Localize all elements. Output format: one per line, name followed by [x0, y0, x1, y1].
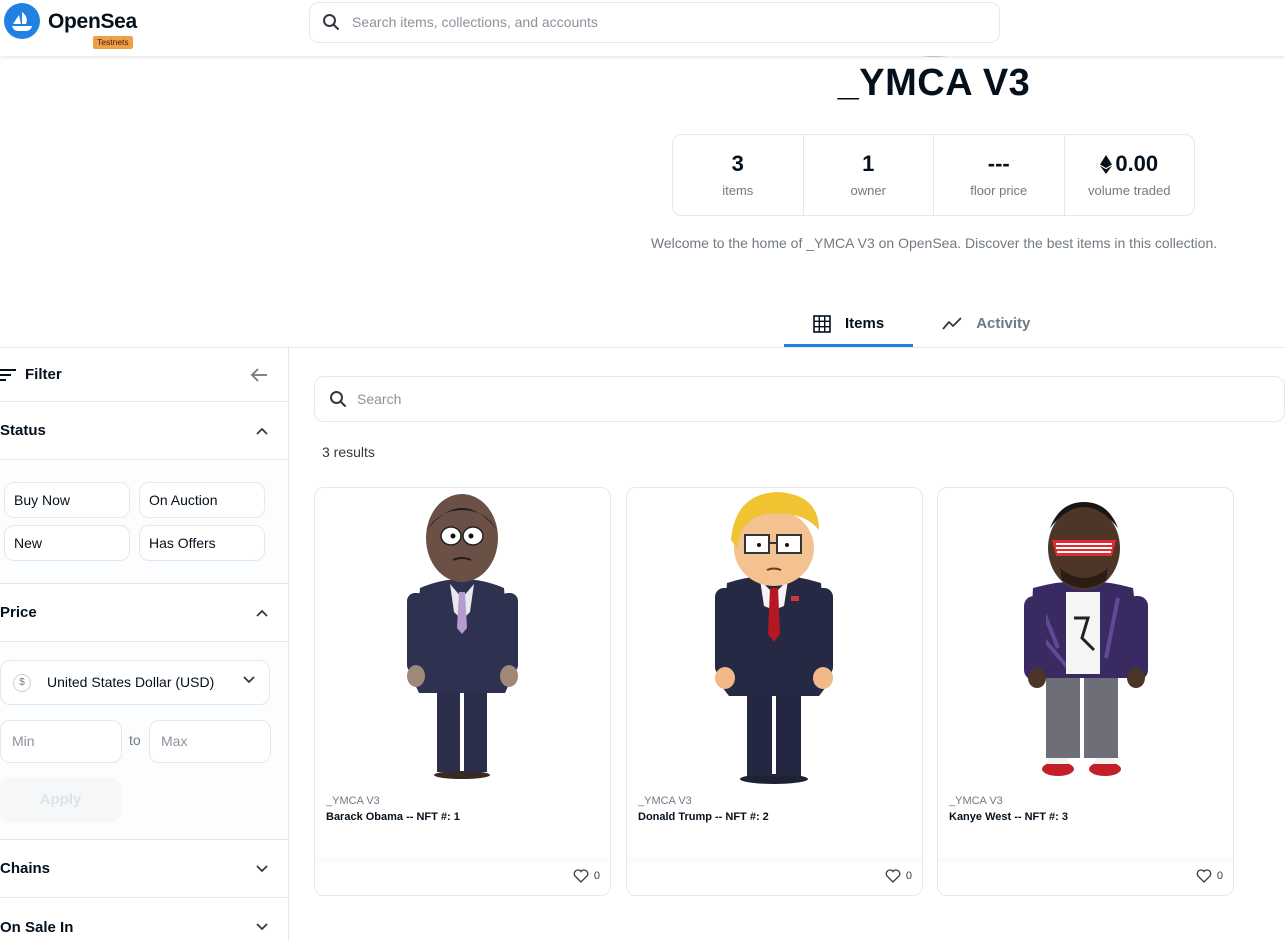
like-count: 0 [905, 870, 912, 882]
nft-card-barack-obama[interactable]: _YMCA V3 Barack Obama -- NFT #: 1 0 [314, 487, 611, 896]
testnets-badge: Testnets [93, 36, 133, 49]
search-icon [329, 390, 347, 413]
top-navigation-bar: OpenSea Testnets Search items, collectio… [0, 0, 1285, 56]
apply-price-button[interactable]: Apply [0, 778, 121, 822]
status-section-header[interactable]: Status [0, 402, 288, 460]
filter-label: Filter [25, 366, 62, 383]
stat-label: owner [850, 183, 886, 198]
price-section-header[interactable]: Price [0, 584, 288, 642]
stat-value: 1 [862, 151, 875, 176]
global-search-input[interactable]: Search items, collections, and accounts [309, 2, 1000, 43]
brand-name[interactable]: OpenSea [48, 10, 137, 34]
filter-icon [0, 368, 16, 381]
chevron-down-icon [243, 676, 255, 684]
stat-floor-price[interactable]: --- floor price [934, 135, 1065, 215]
price-max-input[interactable]: Max [149, 720, 271, 763]
nft-card-kanye-west[interactable]: _YMCA V3 Kanye West -- NFT #: 3 0 [937, 487, 1234, 896]
chevron-down-icon [256, 864, 268, 872]
nft-like-button[interactable]: 0 [573, 869, 600, 883]
items-search-input[interactable]: Search [314, 376, 1285, 422]
chains-label: Chains [0, 860, 51, 877]
tab-activity[interactable]: Activity [913, 300, 1059, 347]
nft-card-donald-trump[interactable]: _YMCA V3 Donald Trump -- NFT #: 2 0 [626, 487, 923, 896]
activity-chart-icon [942, 316, 962, 330]
currency-selected-value: United States Dollar (USD) [47, 674, 215, 690]
nft-card-footer: 0 [627, 857, 922, 895]
dollar-icon: $ [13, 674, 31, 692]
stat-value: 3 [731, 151, 744, 176]
results-count: 3 results [322, 444, 375, 460]
filter-sidebar: Filter Status Buy Now On Auction New Has… [0, 348, 289, 940]
status-has-offers-chip[interactable]: Has Offers [139, 525, 265, 561]
price-label: Price [0, 604, 37, 621]
nft-item-name[interactable]: Barack Obama -- NFT #: 1 [326, 811, 460, 823]
collection-tabs: Items Activity [784, 300, 1059, 348]
nft-collection-name: _YMCA V3 [949, 795, 1003, 807]
grid-icon [813, 314, 831, 333]
heart-icon [1196, 869, 1212, 883]
nft-image-kanye-west [1024, 502, 1148, 776]
global-search-placeholder: Search items, collections, and accounts [352, 14, 598, 30]
price-to-label: to [129, 732, 141, 748]
nft-item-name[interactable]: Donald Trump -- NFT #: 2 [638, 811, 769, 823]
heart-icon [885, 869, 901, 883]
stat-value-row: 0.00 [1065, 151, 1195, 177]
nft-item-name[interactable]: Kanye West -- NFT #: 3 [949, 811, 1068, 823]
stat-label: items [722, 183, 754, 198]
eth-icon [1100, 154, 1113, 174]
filter-title: Filter [0, 366, 62, 383]
tab-label: Items [845, 315, 885, 332]
nft-card-footer: 0 [315, 857, 610, 895]
stat-volume-traded[interactable]: 0.00 volume traded [1065, 135, 1195, 215]
like-count: 0 [593, 870, 600, 882]
search-icon [322, 13, 340, 36]
collection-description: Welcome to the home of _YMCA V3 on OpenS… [650, 235, 1218, 251]
on-sale-in-section-header[interactable]: On Sale In [0, 898, 288, 940]
collapse-arrow-left-icon[interactable] [250, 367, 268, 383]
nft-like-button[interactable]: 0 [1196, 869, 1223, 883]
stat-items[interactable]: 3 items [673, 135, 804, 215]
stat-label: volume traded [1088, 183, 1171, 198]
collection-stats: 3 items 1 owner --- floor price 0.00 vol… [672, 134, 1195, 216]
status-new-chip[interactable]: New [4, 525, 130, 561]
tab-label: Activity [976, 315, 1031, 332]
chevron-down-icon [256, 923, 268, 931]
stat-owners[interactable]: 1 owner [804, 135, 934, 215]
items-search-placeholder: Search [357, 391, 402, 407]
currency-select[interactable]: $ United States Dollar (USD) [0, 660, 270, 705]
nft-collection-name: _YMCA V3 [326, 795, 380, 807]
status-label: Status [0, 422, 46, 439]
price-min-input[interactable]: Min [0, 720, 122, 763]
collection-title: _YMCA V3 [837, 62, 1031, 104]
nft-card-footer: 0 [938, 857, 1233, 895]
price-filter: $ United States Dollar (USD) Min to Max … [0, 642, 288, 840]
nft-collection-name: _YMCA V3 [638, 795, 692, 807]
chevron-up-icon [256, 427, 268, 435]
heart-icon [573, 869, 589, 883]
nft-image-barack-obama [407, 494, 518, 779]
status-on-auction-chip[interactable]: On Auction [139, 482, 265, 518]
stat-label: floor price [970, 183, 1028, 198]
opensea-logo-icon[interactable] [4, 3, 40, 39]
tab-items[interactable]: Items [784, 300, 914, 347]
nft-image-donald-trump [715, 492, 833, 784]
stat-value: 0.00 [1115, 151, 1159, 176]
status-options: Buy Now On Auction New Has Offers [0, 460, 288, 584]
chevron-up-icon [256, 609, 268, 617]
status-buy-now-chip[interactable]: Buy Now [4, 482, 130, 518]
chains-section-header[interactable]: Chains [0, 840, 288, 898]
nft-like-button[interactable]: 0 [885, 869, 912, 883]
stat-value: --- [987, 151, 1010, 176]
on-sale-in-label: On Sale In [0, 918, 74, 936]
filter-header: Filter [0, 348, 288, 402]
like-count: 0 [1216, 870, 1223, 882]
